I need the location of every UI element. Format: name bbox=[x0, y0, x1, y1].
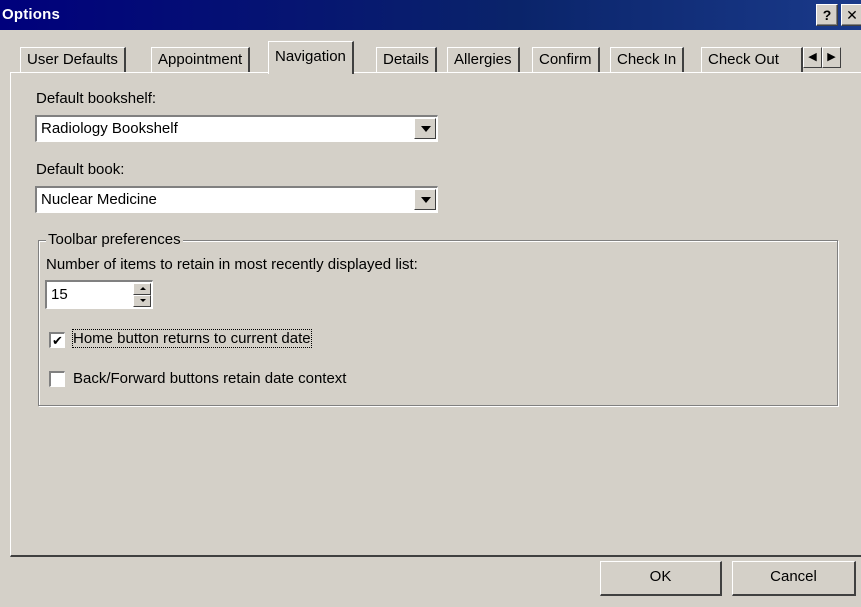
tab-navigation[interactable]: Navigation bbox=[268, 41, 354, 74]
home-button-checkbox[interactable]: ✔ bbox=[49, 332, 65, 348]
home-button-label[interactable]: Home button returns to current date bbox=[72, 329, 312, 348]
bookshelf-label: Default bookshelf: bbox=[36, 90, 157, 107]
cancel-button[interactable]: Cancel bbox=[732, 561, 856, 596]
spin-up-icon[interactable] bbox=[133, 283, 151, 295]
tab-check-out[interactable]: Check Out bbox=[701, 47, 803, 72]
book-select[interactable]: Nuclear Medicine bbox=[35, 186, 438, 213]
tab-user-defaults[interactable]: User Defaults bbox=[20, 47, 126, 72]
tab-appointment[interactable]: Appointment bbox=[151, 47, 251, 72]
toolbar-preferences-label: Toolbar preferences bbox=[46, 231, 183, 248]
bookshelf-value: Radiology Bookshelf bbox=[41, 120, 178, 137]
mru-count-label: Number of items to retain in most recent… bbox=[46, 256, 418, 273]
tab-details[interactable]: Details bbox=[376, 47, 437, 72]
title-bar: Options ? ✕ bbox=[0, 0, 861, 30]
mru-count-spinner[interactable]: 15 bbox=[45, 280, 153, 309]
book-value: Nuclear Medicine bbox=[41, 191, 157, 208]
ok-button[interactable]: OK bbox=[600, 561, 722, 596]
tab-check-in[interactable]: Check In bbox=[610, 47, 685, 72]
tab-scroll-right-icon[interactable]: ▶ bbox=[822, 47, 841, 68]
tab-scroll-left-icon[interactable]: ◀ bbox=[803, 47, 822, 68]
back-forward-checkbox[interactable] bbox=[49, 371, 65, 387]
chevron-down-icon[interactable] bbox=[414, 118, 436, 139]
tab-allergies[interactable]: Allergies bbox=[447, 47, 520, 72]
tab-confirm[interactable]: Confirm bbox=[532, 47, 600, 72]
chevron-down-icon[interactable] bbox=[414, 189, 436, 210]
bookshelf-select[interactable]: Radiology Bookshelf bbox=[35, 115, 438, 142]
book-label: Default book: bbox=[36, 161, 125, 178]
help-button[interactable]: ? bbox=[816, 4, 838, 26]
close-button[interactable]: ✕ bbox=[841, 4, 861, 26]
mru-count-value: 15 bbox=[51, 286, 68, 303]
window-title: Options bbox=[2, 6, 61, 23]
spin-down-icon[interactable] bbox=[133, 295, 151, 307]
back-forward-label[interactable]: Back/Forward buttons retain date context bbox=[73, 370, 346, 387]
check-icon: ✔ bbox=[52, 333, 63, 348]
